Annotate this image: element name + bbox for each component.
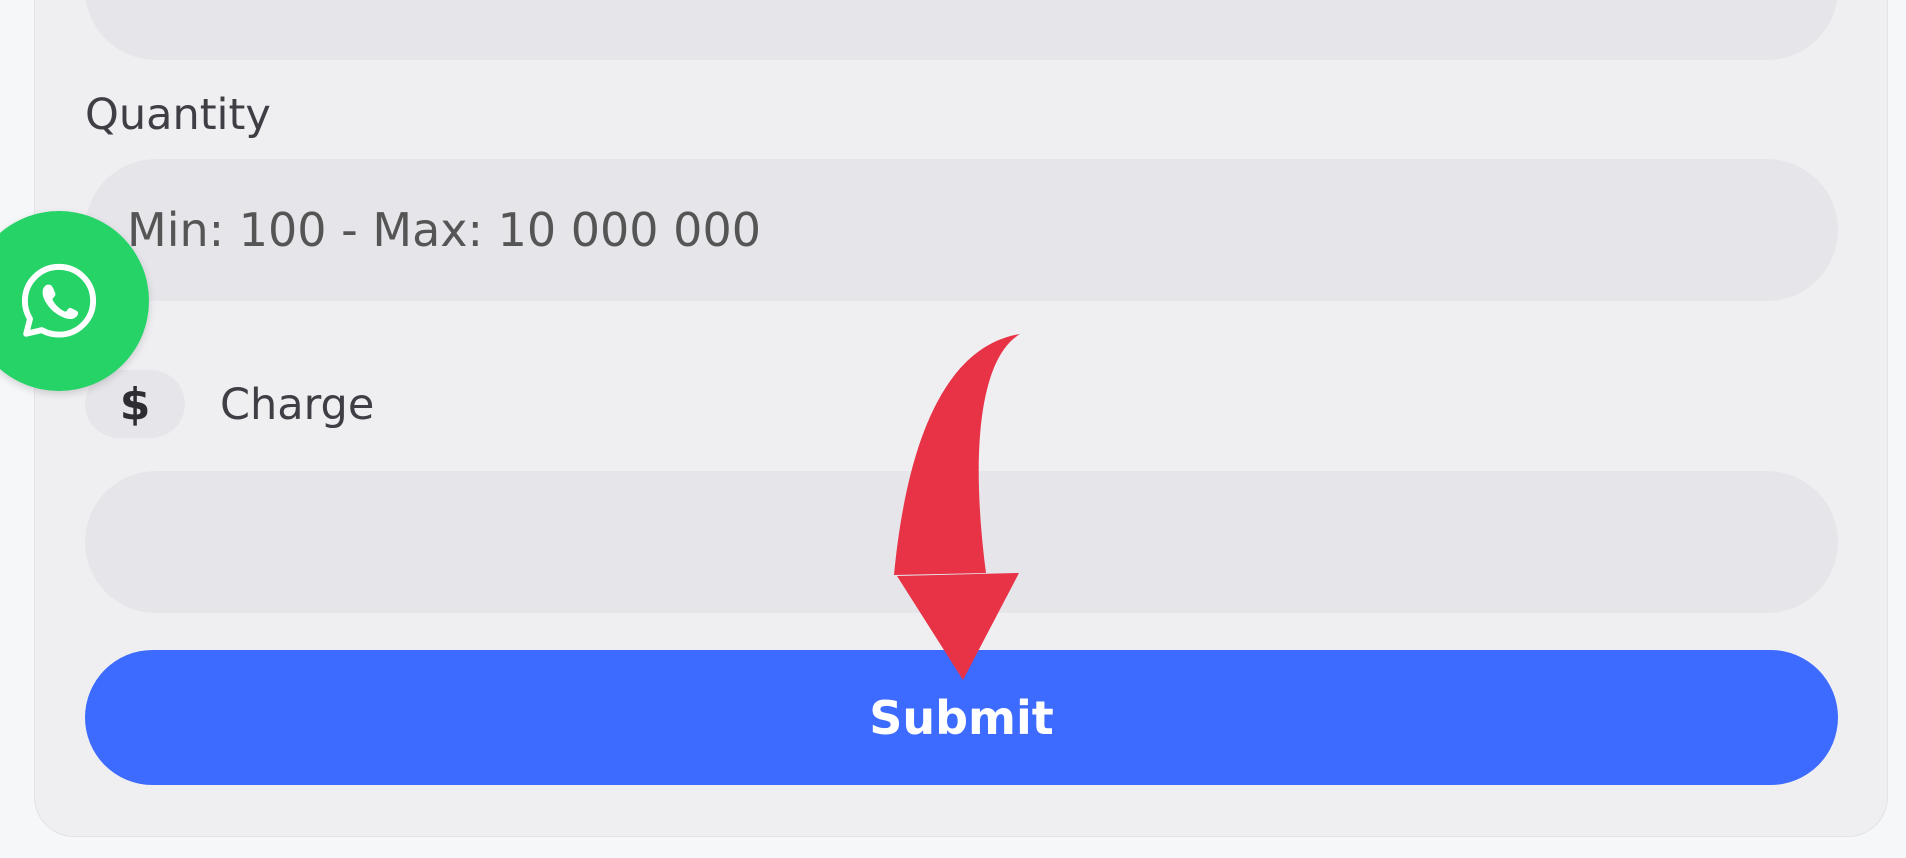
previous-field[interactable] [85, 0, 1838, 60]
whatsapp-icon [21, 263, 97, 338]
charge-label: Charge [220, 380, 375, 430]
quantity-input[interactable] [85, 159, 1838, 301]
charge-field [85, 471, 1838, 613]
submit-button[interactable]: Submit [85, 650, 1838, 785]
quantity-label: Quantity [85, 90, 271, 140]
quantity-field[interactable] [85, 159, 1838, 301]
